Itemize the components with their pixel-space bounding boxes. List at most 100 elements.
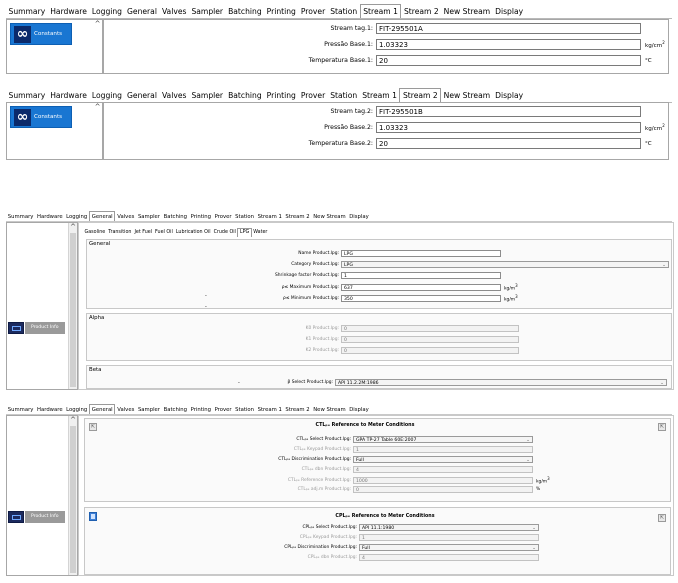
cpl_rows-field-input[interactable]: 1 — [359, 534, 539, 541]
cpl_rows-field-select[interactable]: API 11.1:1980 ⌄ — [359, 524, 539, 531]
product-tab-lpg[interactable]: LPG — [237, 228, 252, 237]
tab-valves[interactable]: Valves — [115, 212, 136, 221]
ctl_rows-field-select[interactable]: Full ⌄ — [353, 456, 533, 463]
tab-logging[interactable]: Logging — [89, 89, 124, 102]
tab-stream-2[interactable]: Stream 2 — [401, 5, 441, 18]
tab-summary[interactable]: Summary — [6, 5, 48, 18]
product-tab-fuel-oil[interactable]: Fuel Oil — [154, 229, 175, 237]
tab-stream-1[interactable]: Stream 1 — [360, 89, 400, 102]
sidebar-scrollbar[interactable]: ^ — [68, 416, 77, 575]
tab-stream-2[interactable]: Stream 2 — [284, 405, 312, 414]
tab-valves[interactable]: Valves — [159, 5, 189, 18]
tab-station[interactable]: Station — [233, 212, 255, 221]
tab-general[interactable]: General — [125, 89, 160, 102]
product-tab-jet-fuel[interactable]: Jet Fuel — [133, 229, 154, 237]
tab-stream-1[interactable]: Stream 1 — [359, 4, 402, 18]
general-field-input[interactable]: 350 — [341, 294, 501, 302]
tab-valves[interactable]: Valves — [115, 405, 136, 414]
tab-batching[interactable]: Batching — [162, 212, 189, 221]
tab-stream-1[interactable]: Stream 1 — [256, 212, 284, 221]
scroll-thumb[interactable] — [70, 233, 76, 387]
tab-station[interactable]: Station — [328, 89, 360, 102]
stream2-field-input[interactable]: 1.03323 — [376, 122, 641, 133]
product-info-button[interactable]: Product Info — [8, 322, 65, 334]
tab-new-stream[interactable]: New Stream — [311, 212, 347, 221]
cpl_rows-field-select[interactable]: Full ⌄ — [359, 544, 539, 551]
general-field-select[interactable]: LPG ⌄ — [341, 261, 669, 268]
tab-batching[interactable]: Batching — [162, 405, 189, 414]
tab-display[interactable]: Display — [347, 212, 370, 221]
general-field-input[interactable]: 637 — [341, 283, 501, 291]
ctl_rows-field-input[interactable]: 0 — [353, 486, 533, 493]
product-tab-gasoline[interactable]: Gasoline — [83, 229, 107, 237]
tab-display[interactable]: Display — [493, 89, 526, 102]
tab-sampler[interactable]: Sampler — [136, 212, 162, 221]
scroll-up-icon[interactable]: ^ — [93, 20, 102, 29]
constants-button-2[interactable]: ∞ Constants — [10, 106, 72, 128]
tab-logging[interactable]: Logging — [89, 5, 124, 18]
tab-printing[interactable]: Printing — [189, 212, 213, 221]
ctl-collapse-icon[interactable]: ⇱ — [89, 423, 97, 431]
tab-display[interactable]: Display — [347, 405, 370, 414]
stream2-field-input[interactable]: 20 — [376, 138, 641, 149]
tab-logging[interactable]: Logging — [64, 405, 89, 414]
tab-printing[interactable]: Printing — [264, 89, 298, 102]
sidebar-scrollbar[interactable]: ^ — [93, 20, 102, 73]
alpha-field-input[interactable]: 0 — [341, 336, 519, 343]
product-info-button-2[interactable]: Product Info — [8, 511, 65, 523]
ctl_rows-field-input[interactable]: 1 — [353, 446, 533, 453]
tab-summary[interactable]: Summary — [6, 89, 48, 102]
beta-select[interactable]: API 11.2.2M:1986 ⌄ — [335, 379, 667, 386]
scroll-thumb[interactable] — [70, 426, 76, 573]
general-field-input[interactable]: 1 — [341, 272, 501, 279]
tab-stream-2[interactable]: Stream 2 — [284, 212, 312, 221]
tab-new-stream[interactable]: New Stream — [441, 89, 492, 102]
tab-stream-1[interactable]: Stream 1 — [256, 405, 284, 414]
tab-hardware[interactable]: Hardware — [35, 405, 64, 414]
tab-general[interactable]: General — [125, 5, 160, 18]
tab-prover[interactable]: Prover — [298, 5, 327, 18]
tab-general[interactable]: General — [88, 404, 116, 414]
product-tab-lubrication-oil[interactable]: Lubrication Oil — [174, 229, 212, 237]
tab-logging[interactable]: Logging — [64, 212, 89, 221]
tab-prover[interactable]: Prover — [298, 89, 327, 102]
stream2-field-input[interactable]: FIT-295501B — [376, 106, 641, 117]
tab-station[interactable]: Station — [328, 5, 360, 18]
tab-prover[interactable]: Prover — [213, 405, 234, 414]
tab-valves[interactable]: Valves — [159, 89, 189, 102]
cpl-expand-icon[interactable]: ⇱ — [658, 514, 666, 522]
tab-sampler[interactable]: Sampler — [189, 5, 226, 18]
ctl_rows-field-input[interactable]: 4 — [353, 466, 533, 473]
tab-prover[interactable]: Prover — [213, 212, 234, 221]
product-tab-crude-oil[interactable]: Crude Oil — [212, 229, 237, 237]
tab-stream-2[interactable]: Stream 2 — [399, 88, 442, 102]
tab-hardware[interactable]: Hardware — [48, 5, 90, 18]
ctl-expand-icon[interactable]: ⇱ — [658, 423, 666, 431]
sidebar-scrollbar[interactable]: ^ — [68, 223, 77, 389]
general-field-input[interactable]: LPG — [341, 250, 501, 257]
tab-summary[interactable]: Summary — [6, 405, 35, 414]
tab-printing[interactable]: Printing — [189, 405, 213, 414]
stream1-field-input[interactable]: 20 — [376, 55, 641, 66]
tab-sampler[interactable]: Sampler — [136, 405, 162, 414]
ctl_rows-field-input[interactable]: 1000 — [353, 476, 533, 484]
stream1-field-input[interactable]: 1.03323 — [376, 39, 641, 50]
product-tab-transition[interactable]: Transition — [107, 229, 133, 237]
product-tab-water[interactable]: Water — [252, 229, 269, 237]
constants-button[interactable]: ∞ Constants — [10, 23, 72, 45]
scroll-up-icon[interactable]: ^ — [93, 103, 102, 112]
tab-summary[interactable]: Summary — [6, 212, 35, 221]
tab-sampler[interactable]: Sampler — [189, 89, 226, 102]
tab-hardware[interactable]: Hardware — [35, 212, 64, 221]
tab-batching[interactable]: Batching — [226, 5, 265, 18]
tab-station[interactable]: Station — [233, 405, 255, 414]
tab-new-stream[interactable]: New Stream — [311, 405, 347, 414]
scroll-up-icon[interactable]: ^ — [69, 223, 77, 232]
cpl-document-icon[interactable] — [89, 512, 97, 521]
alpha-field-input[interactable]: 0 — [341, 347, 519, 354]
tab-general[interactable]: General — [88, 211, 116, 221]
sidebar-scrollbar[interactable]: ^ — [93, 103, 102, 159]
tab-printing[interactable]: Printing — [264, 5, 298, 18]
cpl_rows-field-input[interactable]: 4 — [359, 554, 539, 561]
stream1-field-input[interactable]: FIT-295501A — [376, 23, 641, 34]
